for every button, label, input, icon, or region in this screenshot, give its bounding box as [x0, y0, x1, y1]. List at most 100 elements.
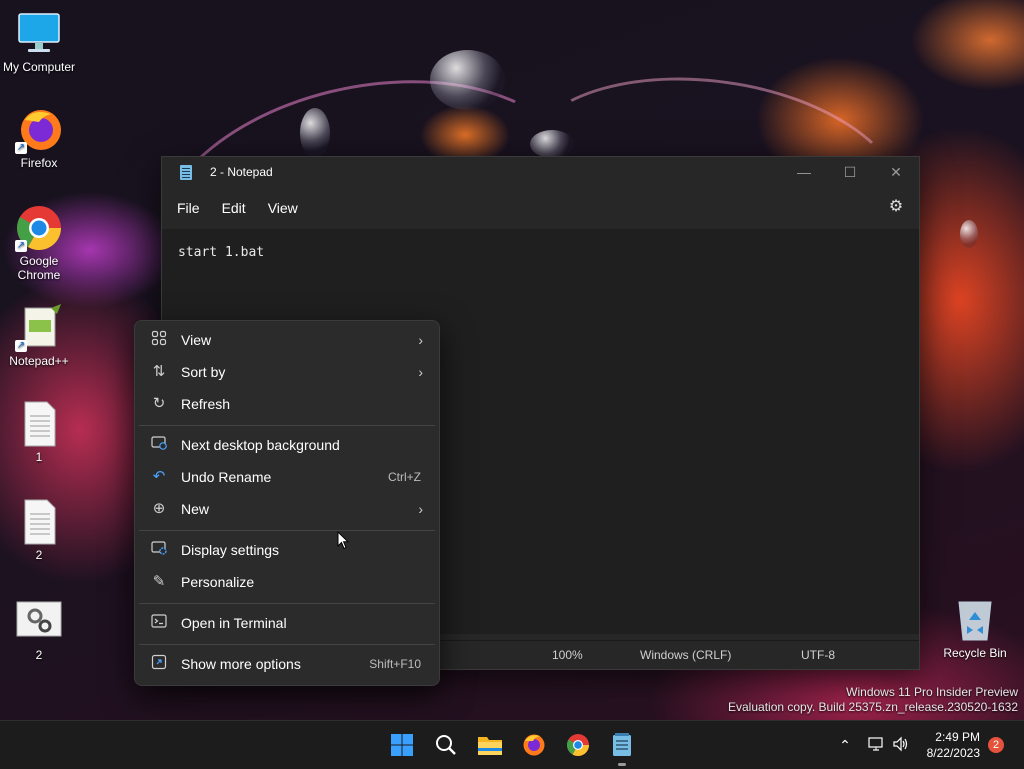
wallpaper-droplet — [430, 50, 505, 110]
menu-item-open-in-terminal[interactable]: Open in Terminal — [139, 608, 435, 638]
menu-item-personalize[interactable]: ✎ Personalize — [139, 567, 435, 597]
text-file-icon — [15, 498, 63, 546]
sort-icon: ⇅ — [152, 363, 166, 380]
wallpaper-droplet — [300, 108, 330, 158]
text-file-icon — [15, 400, 63, 448]
shortcut-text: Shift+F10 — [369, 657, 421, 671]
chevron-right-icon: › — [418, 332, 423, 348]
clock-date: 8/22/2023 — [926, 746, 980, 760]
recycle-bin-icon — [951, 596, 999, 644]
settings-gear-icon[interactable]: ⚙ — [887, 198, 905, 216]
maximize-button[interactable]: ☐ — [827, 157, 873, 187]
terminal-icon — [149, 613, 169, 633]
display-settings-icon — [149, 540, 169, 560]
notepad-icon — [613, 733, 631, 756]
desktop-background-icon — [149, 435, 169, 455]
menu-item-refresh[interactable]: ↻ Refresh — [139, 389, 435, 419]
chevron-right-icon: › — [418, 364, 423, 380]
desktop-icon-notepad-plus-plus[interactable]: ↗ Notepad++ — [1, 304, 77, 368]
menu-item-label: Next desktop background — [181, 437, 340, 453]
shortcut-arrow-icon: ↗ — [15, 340, 27, 352]
desktop-icon-my-computer[interactable]: My Computer — [1, 10, 77, 74]
desktop-icon-google-chrome[interactable]: ↗ Google Chrome — [1, 204, 77, 282]
minimize-icon: — — [797, 164, 811, 180]
desktop-icon-file-1[interactable]: 1 — [1, 400, 77, 464]
volume-icon[interactable] — [892, 736, 910, 755]
taskbar: ⌃ 2:49 PM 8/22/2023 2 — [0, 720, 1024, 769]
start-icon — [391, 734, 413, 756]
notepad-plus-plus-icon: ↗ — [15, 304, 63, 352]
menu-item-next-desktop-background[interactable]: Next desktop background — [139, 430, 435, 460]
maximize-icon: ☐ — [843, 163, 857, 180]
desktop-icon-file-2[interactable]: 2 — [1, 498, 77, 562]
menu-item-label: Refresh — [181, 396, 231, 412]
status-zoom: 100% — [552, 648, 583, 662]
desktop-icon-label: Firefox — [20, 156, 58, 170]
menu-item-label: Open in Terminal — [181, 615, 287, 631]
menu-separator — [139, 425, 435, 426]
taskbar-file-explorer[interactable] — [474, 729, 506, 761]
desktop-icon-firefox[interactable]: ↗ Firefox — [1, 106, 77, 170]
notification-badge[interactable]: 2 — [988, 737, 1004, 753]
menu-item-view[interactable]: View › — [139, 325, 435, 355]
taskbar-firefox[interactable] — [518, 729, 550, 761]
taskbar-clock[interactable]: 2:49 PM 8/22/2023 — [927, 729, 980, 761]
menu-separator — [139, 603, 435, 604]
plus-circle-icon: ⊕ — [152, 500, 166, 517]
shortcut-arrow-icon: ↗ — [15, 240, 27, 252]
notepad-icon — [180, 164, 192, 180]
undo-icon: ↶ — [152, 468, 166, 485]
window-title: 2 - Notepad — [210, 165, 273, 179]
menu-item-display-settings[interactable]: Display settings — [139, 535, 435, 565]
shortcut-text: Ctrl+Z — [388, 470, 421, 484]
active-app-indicator — [618, 763, 626, 766]
search-button[interactable] — [430, 729, 462, 761]
menu-edit[interactable]: Edit — [211, 194, 257, 222]
monitor-icon — [15, 10, 63, 58]
status-line-ending: Windows (CRLF) — [640, 648, 732, 662]
menu-file[interactable]: File — [166, 194, 211, 222]
menu-item-sort-by[interactable]: ⇅ Sort by › — [139, 357, 435, 387]
menu-item-label: Undo Rename — [181, 469, 272, 485]
taskbar-notepad[interactable] — [606, 729, 638, 761]
desktop-context-menu: View › ⇅ Sort by › ↻ Refresh Next deskto… — [134, 320, 440, 686]
start-button[interactable] — [386, 729, 418, 761]
close-button[interactable]: ✕ — [873, 157, 919, 187]
chrome-icon — [567, 734, 589, 756]
menu-item-new[interactable]: ⊕ New › — [139, 494, 435, 524]
menu-item-label: Show more options — [181, 656, 301, 672]
minimize-button[interactable]: — — [781, 157, 827, 187]
expand-icon — [149, 654, 169, 674]
desktop-icon-label: Recycle Bin — [943, 646, 1007, 660]
menu-item-undo-rename[interactable]: ↶ Undo Rename Ctrl+Z — [139, 462, 435, 492]
chrome-icon: ↗ — [15, 204, 63, 252]
desktop-icon-label: 2 — [35, 648, 43, 662]
wallpaper-droplet — [960, 220, 978, 248]
notepad-title-bar[interactable]: 2 - Notepad — ☐ ✕ — [162, 157, 919, 187]
search-icon — [436, 735, 456, 755]
firefox-icon: ↗ — [15, 106, 63, 154]
windows-watermark: Windows 11 Pro Insider Preview Evaluatio… — [728, 685, 1018, 715]
clock-time: 2:49 PM — [935, 730, 980, 744]
menu-item-show-more-options[interactable]: Show more options Shift+F10 — [139, 649, 435, 679]
status-encoding: UTF-8 — [801, 648, 835, 662]
shortcut-arrow-icon: ↗ — [15, 142, 27, 154]
refresh-icon: ↻ — [152, 395, 166, 412]
taskbar-chrome[interactable] — [562, 729, 594, 761]
chevron-up-icon[interactable]: ⌃ — [836, 737, 854, 754]
menu-item-label: Display settings — [181, 542, 280, 558]
chevron-right-icon: › — [418, 501, 423, 517]
menu-item-label: New — [181, 501, 210, 517]
firefox-icon — [523, 734, 545, 756]
window-controls: — ☐ ✕ — [781, 157, 919, 187]
desktop-icon-settings-2[interactable]: 2 — [1, 598, 77, 662]
close-icon: ✕ — [890, 163, 902, 180]
desktop-icon-label: 2 — [35, 548, 43, 562]
desktop-icon-recycle-bin[interactable]: Recycle Bin — [937, 596, 1013, 660]
network-icon[interactable] — [868, 736, 886, 755]
menu-separator — [139, 530, 435, 531]
desktop-icon-label: Notepad++ — [9, 354, 69, 368]
watermark-build: Evaluation copy. Build 25375.zn_release.… — [728, 700, 1018, 714]
settings-file-icon — [15, 598, 63, 646]
menu-view[interactable]: View — [257, 194, 309, 222]
